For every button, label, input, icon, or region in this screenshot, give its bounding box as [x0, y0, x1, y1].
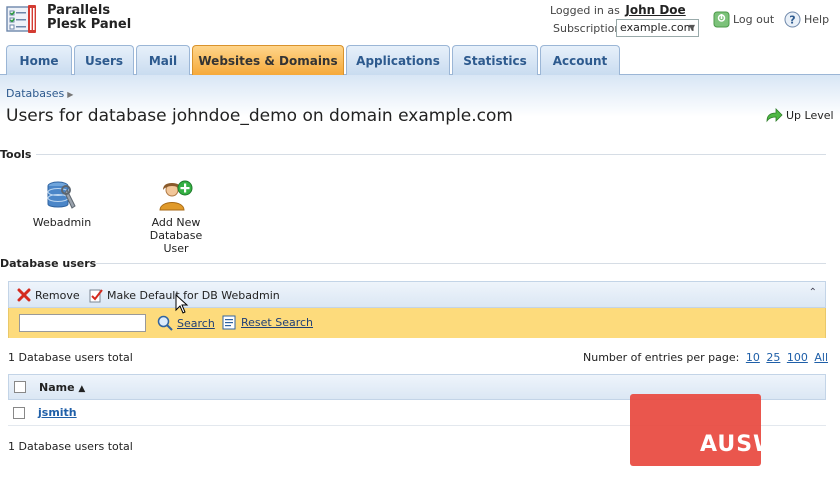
remove-icon	[17, 288, 31, 302]
breadcrumb: Databases ▶	[6, 87, 73, 100]
per-page-all[interactable]: All	[814, 351, 828, 364]
per-page-25[interactable]: 25	[766, 351, 780, 364]
tab-applications[interactable]: Applications	[346, 45, 450, 75]
help-button[interactable]: ? Help	[784, 11, 829, 28]
tab-mail[interactable]: Mail	[136, 45, 190, 75]
column-name-header[interactable]: Name ▲	[39, 381, 85, 394]
total-count-top: 1 Database users total	[8, 351, 133, 364]
total-count-bottom: 1 Database users total	[8, 440, 133, 453]
subscription-select[interactable]: example.com ▼	[616, 19, 699, 37]
tool-webadmin[interactable]: Webadmin	[30, 180, 94, 229]
tab-websites-domains[interactable]: Websites & Domains	[192, 45, 344, 75]
add-user-icon	[159, 180, 193, 211]
subscription-label: Subscription	[553, 22, 622, 35]
up-level-icon	[766, 108, 783, 123]
per-page-100[interactable]: 100	[787, 351, 808, 364]
brand-line1: Parallels	[47, 3, 111, 18]
database-settings-icon	[47, 181, 76, 209]
tool-add-user-label-line2: User	[163, 242, 189, 255]
make-default-icon	[89, 289, 103, 303]
subscription-value: example.com	[620, 21, 695, 34]
brand-name: Parallels Plesk Panel	[47, 4, 131, 32]
user-link-jsmith[interactable]: jsmith	[38, 406, 77, 419]
user-name-link[interactable]: John Doe	[625, 3, 685, 17]
sort-ascending-icon: ▲	[78, 384, 86, 394]
row-checkbox[interactable]	[13, 407, 25, 419]
tools-section-title: Tools	[0, 148, 32, 161]
breadcrumb-arrow-icon: ▶	[67, 90, 74, 99]
reset-search-icon	[222, 315, 236, 330]
search-icon	[157, 315, 173, 331]
watermark-logo: AUSWEB	[700, 432, 813, 457]
brand-line2: Plesk Panel	[47, 17, 132, 32]
mouse-cursor-icon	[175, 294, 189, 314]
header: Parallels Plesk Panel Logged in as John …	[0, 0, 840, 44]
remove-label: Remove	[35, 288, 80, 302]
logged-in-info: Logged in as John Doe	[550, 3, 686, 17]
column-name-label: Name	[39, 381, 75, 394]
svg-text:?: ?	[789, 14, 795, 27]
tool-webadmin-label: Webadmin	[32, 216, 92, 229]
reset-search-button[interactable]: Reset Search	[222, 315, 313, 330]
per-page-label: Number of entries per page:	[583, 351, 740, 364]
chevron-down-icon: ▼	[688, 23, 695, 32]
plesk-logo-icon	[6, 5, 36, 33]
main-tabs: Home Users Mail Websites & Domains Appli…	[0, 44, 840, 75]
tab-home[interactable]: Home	[6, 45, 72, 75]
tool-add-database-user[interactable]: Add New Database User	[126, 180, 226, 255]
tool-add-user-label-line1: Add New Database	[149, 216, 203, 242]
search-link: Search	[177, 316, 215, 330]
page-title: Users for database johndoe_demo on domai…	[6, 106, 513, 126]
logout-icon	[713, 11, 730, 28]
make-default-label: Make Default for DB Webadmin	[107, 289, 280, 302]
search-bar: Search Reset Search	[8, 308, 826, 338]
tab-account[interactable]: Account	[540, 45, 620, 75]
divider	[96, 263, 826, 264]
reset-search-link: Reset Search	[241, 316, 314, 329]
help-label: Help	[804, 13, 830, 26]
up-level-label: Up Level	[786, 108, 834, 122]
tab-users[interactable]: Users	[74, 45, 134, 75]
per-page-10[interactable]: 10	[746, 351, 760, 364]
search-input[interactable]	[19, 314, 146, 332]
remove-button[interactable]: Remove	[17, 288, 80, 302]
help-icon: ?	[784, 11, 801, 28]
entries-per-page-top: Number of entries per page: 10 25 100 Al…	[583, 351, 828, 364]
logged-in-label: Logged in as	[550, 4, 620, 17]
page-header-band	[0, 75, 840, 135]
collapse-icon[interactable]: ⌃	[809, 287, 817, 298]
logout-button[interactable]: Log out	[713, 11, 774, 28]
search-button[interactable]: Search	[157, 315, 215, 331]
logout-label: Log out	[733, 13, 775, 26]
database-users-section-title: Database users	[0, 257, 97, 270]
divider	[36, 154, 826, 155]
select-all-checkbox[interactable]	[14, 381, 26, 393]
breadcrumb-databases[interactable]: Databases	[6, 87, 64, 100]
tab-statistics[interactable]: Statistics	[452, 45, 538, 75]
list-toolbar: Remove Make Default for DB Webadmin ⌃	[8, 281, 826, 308]
up-level-button[interactable]: Up Level	[765, 107, 834, 123]
